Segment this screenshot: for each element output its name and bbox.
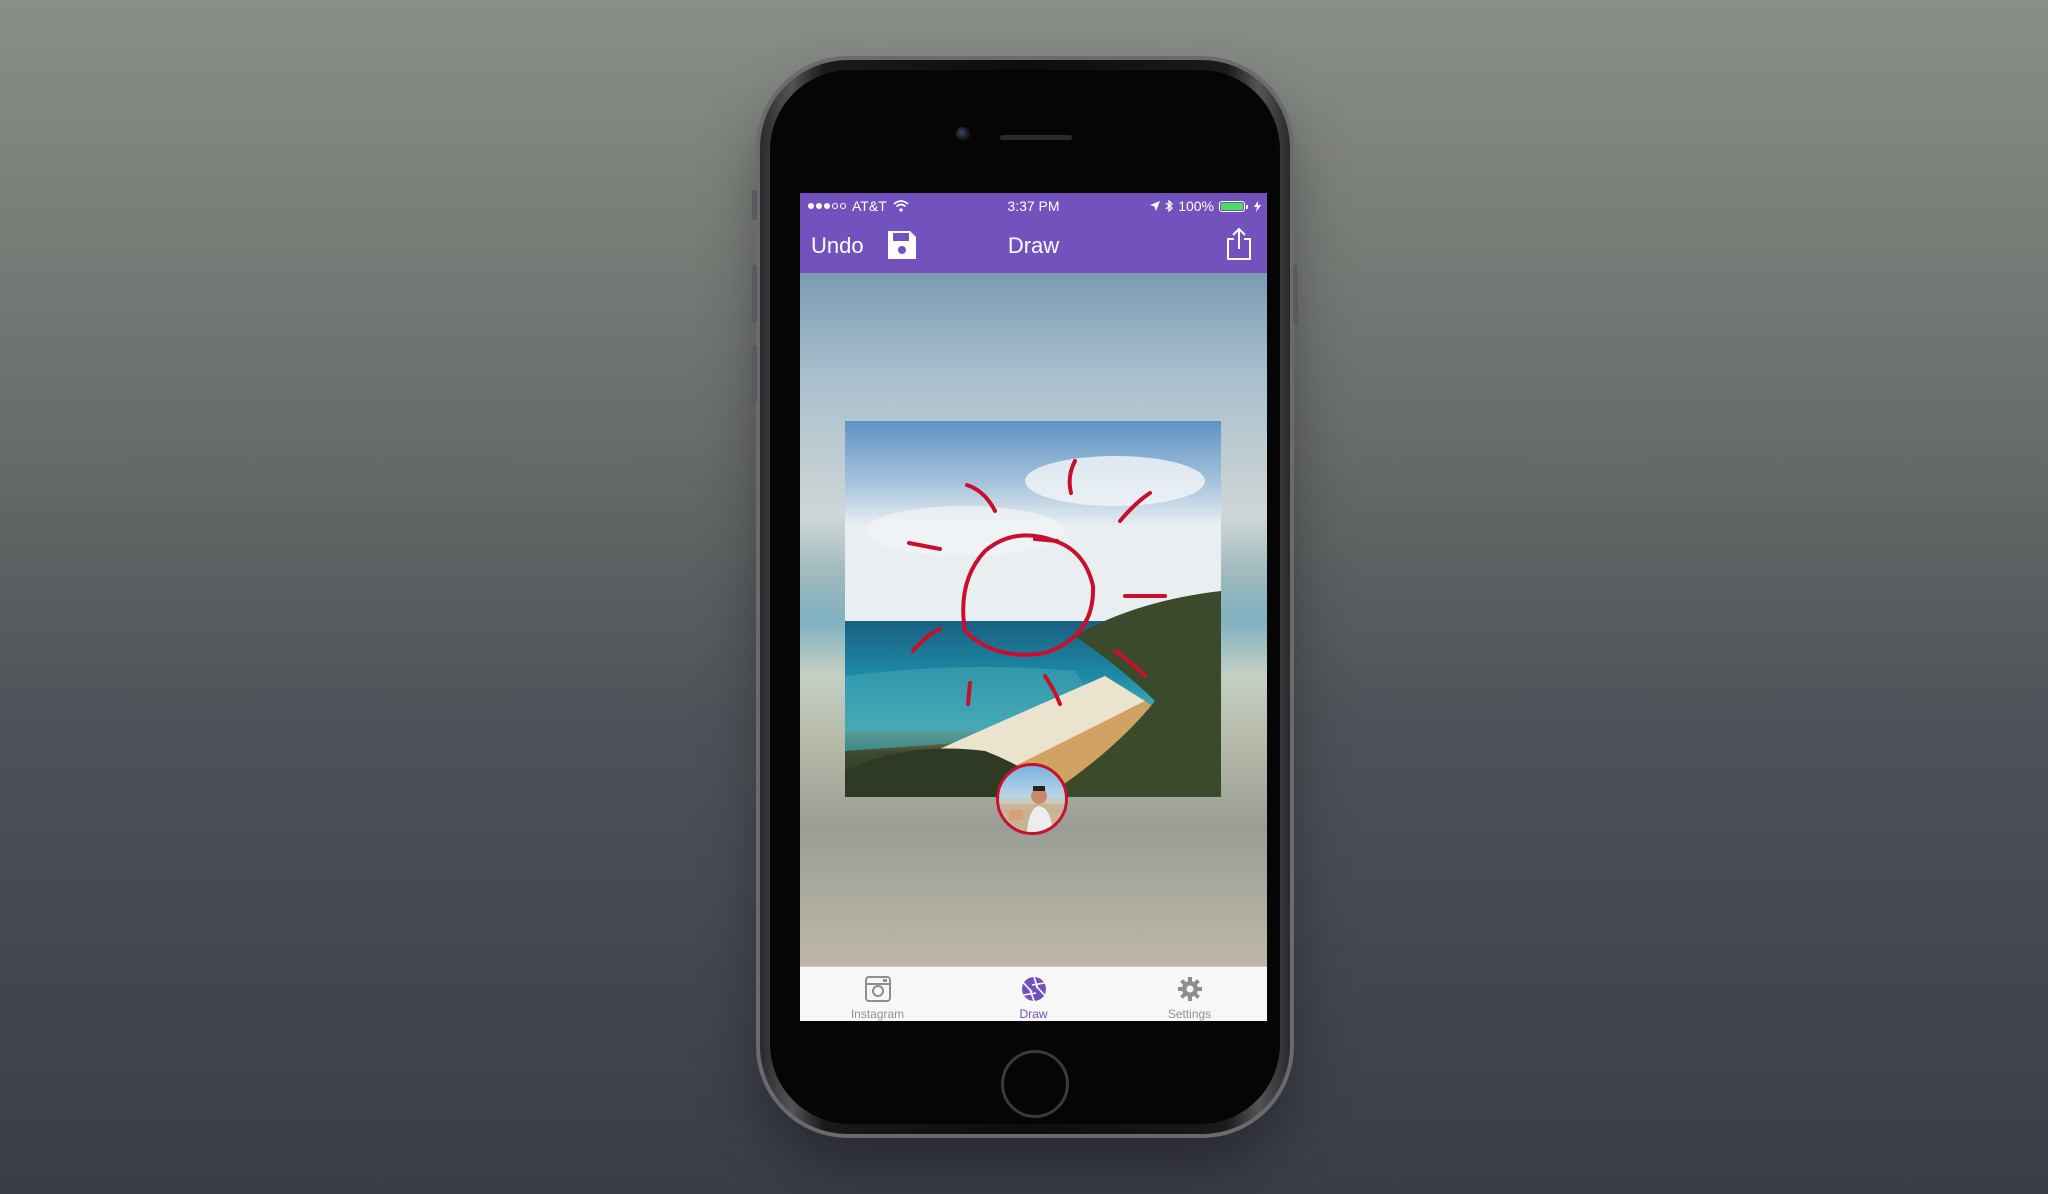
tab-label-draw: Draw <box>1019 1007 1048 1021</box>
tab-draw[interactable]: Draw <box>956 967 1111 1021</box>
location-arrow-icon <box>1150 201 1161 211</box>
tab-label-instagram: Instagram <box>850 1007 905 1021</box>
phone-front: AT&T 3:37 PM 100% Undo Draw Instagram Dr… <box>770 70 1280 1124</box>
volume-up-button <box>752 265 757 323</box>
bluetooth-icon <box>1165 200 1174 212</box>
front-camera <box>956 127 970 141</box>
status-right: 100% <box>1150 198 1261 214</box>
aperture-icon <box>1022 976 1046 1002</box>
share-button[interactable] <box>1225 227 1253 261</box>
tab-settings[interactable]: Settings <box>1112 967 1267 1021</box>
gear-icon <box>1178 977 1202 1001</box>
red-sun-drawing <box>907 459 1167 706</box>
drawing-photo[interactable] <box>845 421 1221 797</box>
user-avatar[interactable] <box>996 763 1068 835</box>
iphone-device: AT&T 3:37 PM 100% Undo Draw Instagram Dr… <box>752 60 1298 1134</box>
page-title: Draw <box>1007 233 1060 258</box>
instagram-camera-icon <box>865 976 891 1002</box>
tab-bar: Instagram Draw Settings <box>800 966 1267 1021</box>
charging-bolt-icon <box>1254 200 1261 212</box>
home-button[interactable] <box>1001 1050 1069 1118</box>
power-button <box>1293 265 1298 325</box>
avatar-photo <box>999 786 1065 832</box>
drawing-canvas-area[interactable] <box>800 273 1267 966</box>
battery-icon <box>1219 200 1248 212</box>
volume-down-button <box>752 345 757 403</box>
app-screen: AT&T 3:37 PM 100% Undo Draw Instagram Dr… <box>800 193 1267 1021</box>
status-bar: AT&T 3:37 PM 100% <box>800 193 1267 219</box>
navigation-bar: Undo Draw <box>800 219 1267 273</box>
mute-switch <box>752 190 757 220</box>
earpiece-speaker <box>1000 135 1072 140</box>
tab-label-settings: Settings <box>1167 1007 1212 1021</box>
battery-percentage: 100% <box>1178 198 1214 214</box>
share-icon <box>1227 227 1251 260</box>
tab-instagram[interactable]: Instagram <box>800 967 955 1021</box>
